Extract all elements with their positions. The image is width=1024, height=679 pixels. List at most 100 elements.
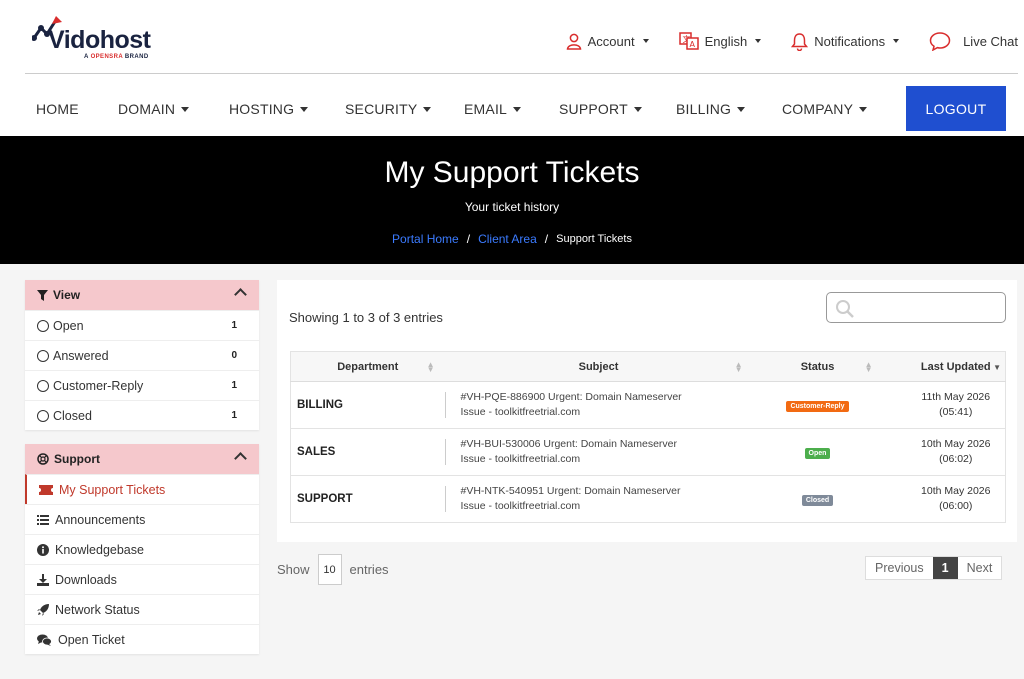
- sort-icon: ▲ ▼: [734, 360, 743, 374]
- status-badge: Closed: [801, 494, 834, 506]
- nav-company[interactable]: COMPANY: [782, 101, 868, 117]
- sidebar-item-open-ticket[interactable]: Open Ticket: [25, 624, 259, 654]
- nav-email-label: EMAIL: [464, 101, 508, 117]
- nav-billing[interactable]: BILLING: [676, 101, 746, 117]
- previous-page-button[interactable]: Previous: [866, 557, 933, 579]
- filter-customer-reply[interactable]: Customer-Reply 1: [25, 370, 259, 400]
- sidebar-item-label: Announcements: [55, 512, 146, 527]
- language-menu[interactable]: 文A English: [678, 32, 762, 50]
- nav-company-label: COMPANY: [782, 101, 854, 117]
- nav-support[interactable]: SUPPORT: [559, 101, 642, 117]
- sidebar-item-downloads[interactable]: Downloads: [25, 564, 259, 594]
- ticket-last-updated: 11th May 2026 (05:41): [882, 381, 1006, 429]
- radio-circle-icon: [37, 349, 49, 362]
- filter-icon: [37, 289, 48, 301]
- ticket-subject-line2: Issue - toolkitfreetrial.com: [460, 500, 581, 512]
- account-menu[interactable]: Account: [566, 33, 649, 50]
- column-header-last-updated[interactable]: Last Updated ▼: [882, 351, 1006, 382]
- sidebar-item-label: Network Status: [55, 602, 140, 617]
- page-1-button[interactable]: 1: [932, 557, 958, 579]
- column-header-status[interactable]: Status ▲ ▼: [752, 351, 883, 382]
- column-header-subject[interactable]: Subject ▲ ▼: [444, 351, 753, 382]
- support-panel-header[interactable]: Support: [25, 444, 259, 474]
- vidohost-logo[interactable]: Vidohost A OPENSRA BRAND: [32, 16, 174, 62]
- radio-circle-icon: [37, 409, 49, 422]
- status-badge: Open: [804, 447, 831, 459]
- nav-support-label: SUPPORT: [559, 101, 628, 117]
- logo-tagline: A OPENSRA BRAND: [84, 54, 149, 60]
- ticket-last-updated: 10th May 2026 (06:00): [882, 475, 1006, 523]
- ticket-time: (05:41): [939, 406, 973, 418]
- chevron-up-icon[interactable]: [234, 288, 247, 301]
- page-title: My Support Tickets: [384, 156, 640, 189]
- notifications-menu[interactable]: Notifications: [791, 32, 900, 51]
- view-panel-header[interactable]: View: [25, 280, 259, 310]
- chevron-down-icon: [755, 39, 762, 43]
- table-row[interactable]: BILLING #VH-PQE-886900 Urgent: Domain Na…: [290, 381, 1006, 429]
- translate-icon: 文A: [678, 32, 699, 50]
- notifications-label: Notifications: [814, 33, 886, 49]
- ticket-subject-line2: Issue - toolkitfreetrial.com: [460, 406, 581, 418]
- show-entries-control: Show 10 entries: [277, 554, 389, 585]
- ticket-department: SUPPORT: [290, 475, 445, 523]
- ticket-status-cell: Customer-Reply: [752, 381, 883, 429]
- ticket-subject[interactable]: #VH-PQE-886900 Urgent: Domain Nameserver…: [444, 381, 753, 429]
- nav-domain[interactable]: DOMAIN: [118, 101, 190, 117]
- nav-security-label: SECURITY: [345, 101, 418, 117]
- tagline-brand: OPENSRA: [90, 54, 123, 60]
- nav-hosting-label: HOSTING: [229, 101, 295, 117]
- ticket-subject[interactable]: #VH-NTK-540951 Urgent: Domain Nameserver…: [444, 475, 753, 523]
- search-icon: [836, 300, 854, 318]
- breadcrumb-separator: /: [544, 232, 549, 246]
- nav-hosting[interactable]: HOSTING: [229, 101, 309, 117]
- filter-open[interactable]: Open 1: [25, 310, 259, 340]
- ticket-subject[interactable]: #VH-BUI-530006 Urgent: Domain Nameserver…: [444, 428, 753, 476]
- showing-entries-text: Showing 1 to 3 of 3 entries: [289, 310, 443, 325]
- sidebar-item-knowledgebase[interactable]: Knowledgebase: [25, 534, 259, 564]
- logo-text: Vidohost: [48, 26, 151, 54]
- radio-circle-icon: [37, 319, 49, 332]
- sidebar-item-announcements[interactable]: Announcements: [25, 504, 259, 534]
- ticket-status-cell: Closed: [752, 475, 883, 523]
- breadcrumb: Portal Home / Client Area / Support Tick…: [0, 232, 1024, 246]
- filter-closed[interactable]: Closed 1: [25, 400, 259, 430]
- account-label: Account: [587, 33, 635, 49]
- table-header-row: Department ▲ ▼ Subject ▲ ▼ Status ▲ ▼ Last Upd…: [290, 351, 1006, 382]
- next-page-button[interactable]: Next: [958, 557, 1002, 579]
- ticket-subject-line1: #VH-NTK-540951 Urgent: Domain Nameserver: [460, 485, 681, 497]
- sidebar-item-my-support-tickets[interactable]: My Support Tickets: [25, 474, 259, 504]
- chevron-up-icon[interactable]: [234, 452, 247, 465]
- table-row[interactable]: SUPPORT #VH-NTK-540951 Urgent: Domain Na…: [290, 475, 1006, 523]
- nav-home[interactable]: HOME: [36, 101, 79, 117]
- column-header-department[interactable]: Department ▲ ▼: [290, 351, 445, 382]
- filter-answered[interactable]: Answered 0: [25, 340, 259, 370]
- table-row[interactable]: SALES #VH-BUI-530006 Urgent: Domain Name…: [290, 428, 1006, 476]
- filter-label: Customer-Reply: [53, 378, 144, 393]
- pagination: Previous 1 Next: [865, 556, 1003, 580]
- nav-security[interactable]: SECURITY: [345, 101, 432, 117]
- status-badge: Customer-Reply: [786, 400, 849, 412]
- caret-down-icon: [423, 106, 432, 112]
- ticket-time: (06:00): [939, 500, 973, 512]
- comments-icon: [37, 634, 52, 646]
- tagline-prefix: A: [84, 54, 91, 60]
- live-chat-link[interactable]: Live Chat: [929, 31, 1018, 51]
- breadcrumb-portal-home[interactable]: Portal Home: [392, 232, 459, 246]
- nav-email[interactable]: EMAIL: [464, 101, 522, 117]
- top-links: Account 文A English Notifications Live Ch…: [536, 28, 1018, 54]
- logout-button[interactable]: LOGOUT: [906, 86, 1006, 131]
- filter-label: Closed: [53, 408, 92, 423]
- nav-billing-label: BILLING: [676, 101, 732, 117]
- breadcrumb-client-area[interactable]: Client Area: [478, 232, 537, 246]
- column-header-label: Last Updated: [920, 360, 991, 373]
- entries-per-page-select[interactable]: 10: [317, 554, 342, 585]
- rocket-icon: [37, 603, 49, 616]
- language-label: English: [704, 33, 748, 49]
- filter-count: 1: [231, 380, 237, 391]
- caret-down-icon: [859, 106, 868, 112]
- column-header-label: Department: [337, 360, 399, 373]
- view-panel-title: View: [53, 288, 81, 302]
- bell-icon: [791, 32, 809, 51]
- search-input[interactable]: [826, 292, 1006, 323]
- sidebar-item-network-status[interactable]: Network Status: [25, 594, 259, 624]
